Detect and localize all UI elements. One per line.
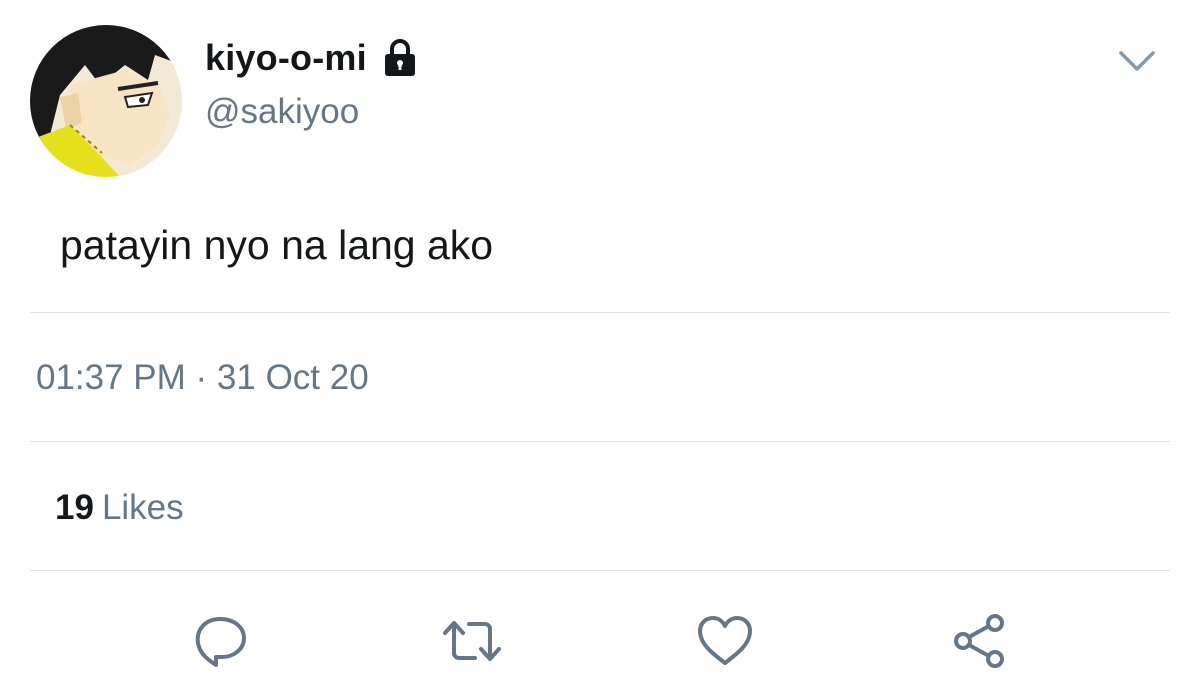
likes-count: 19	[55, 488, 94, 527]
reply-button[interactable]	[185, 610, 255, 676]
like-button[interactable]	[690, 610, 760, 676]
divider	[30, 441, 1170, 442]
divider	[30, 312, 1170, 313]
display-name[interactable]: kiyo-o-mi	[205, 37, 367, 79]
likes-stat[interactable]: 19 Likes	[55, 488, 184, 528]
reply-icon	[190, 613, 250, 674]
tweet-text: patayin nyo na lang ako	[60, 222, 494, 268]
avatar-image	[30, 25, 182, 177]
chevron-down-icon[interactable]	[1117, 45, 1157, 75]
retweet-button[interactable]	[437, 610, 507, 676]
author-name-row: kiyo-o-mi	[205, 36, 417, 80]
lock-icon	[383, 38, 417, 78]
divider	[30, 570, 1170, 571]
retweet-icon	[437, 613, 507, 674]
share-button[interactable]	[945, 610, 1015, 676]
author-handle[interactable]: @sakiyoo	[205, 92, 359, 132]
tweet-timestamp[interactable]: 01:37 PM · 31 Oct 20	[36, 358, 369, 398]
avatar[interactable]	[30, 25, 182, 177]
likes-label: Likes	[101, 488, 184, 527]
like-icon	[694, 613, 756, 674]
share-icon	[947, 611, 1013, 676]
